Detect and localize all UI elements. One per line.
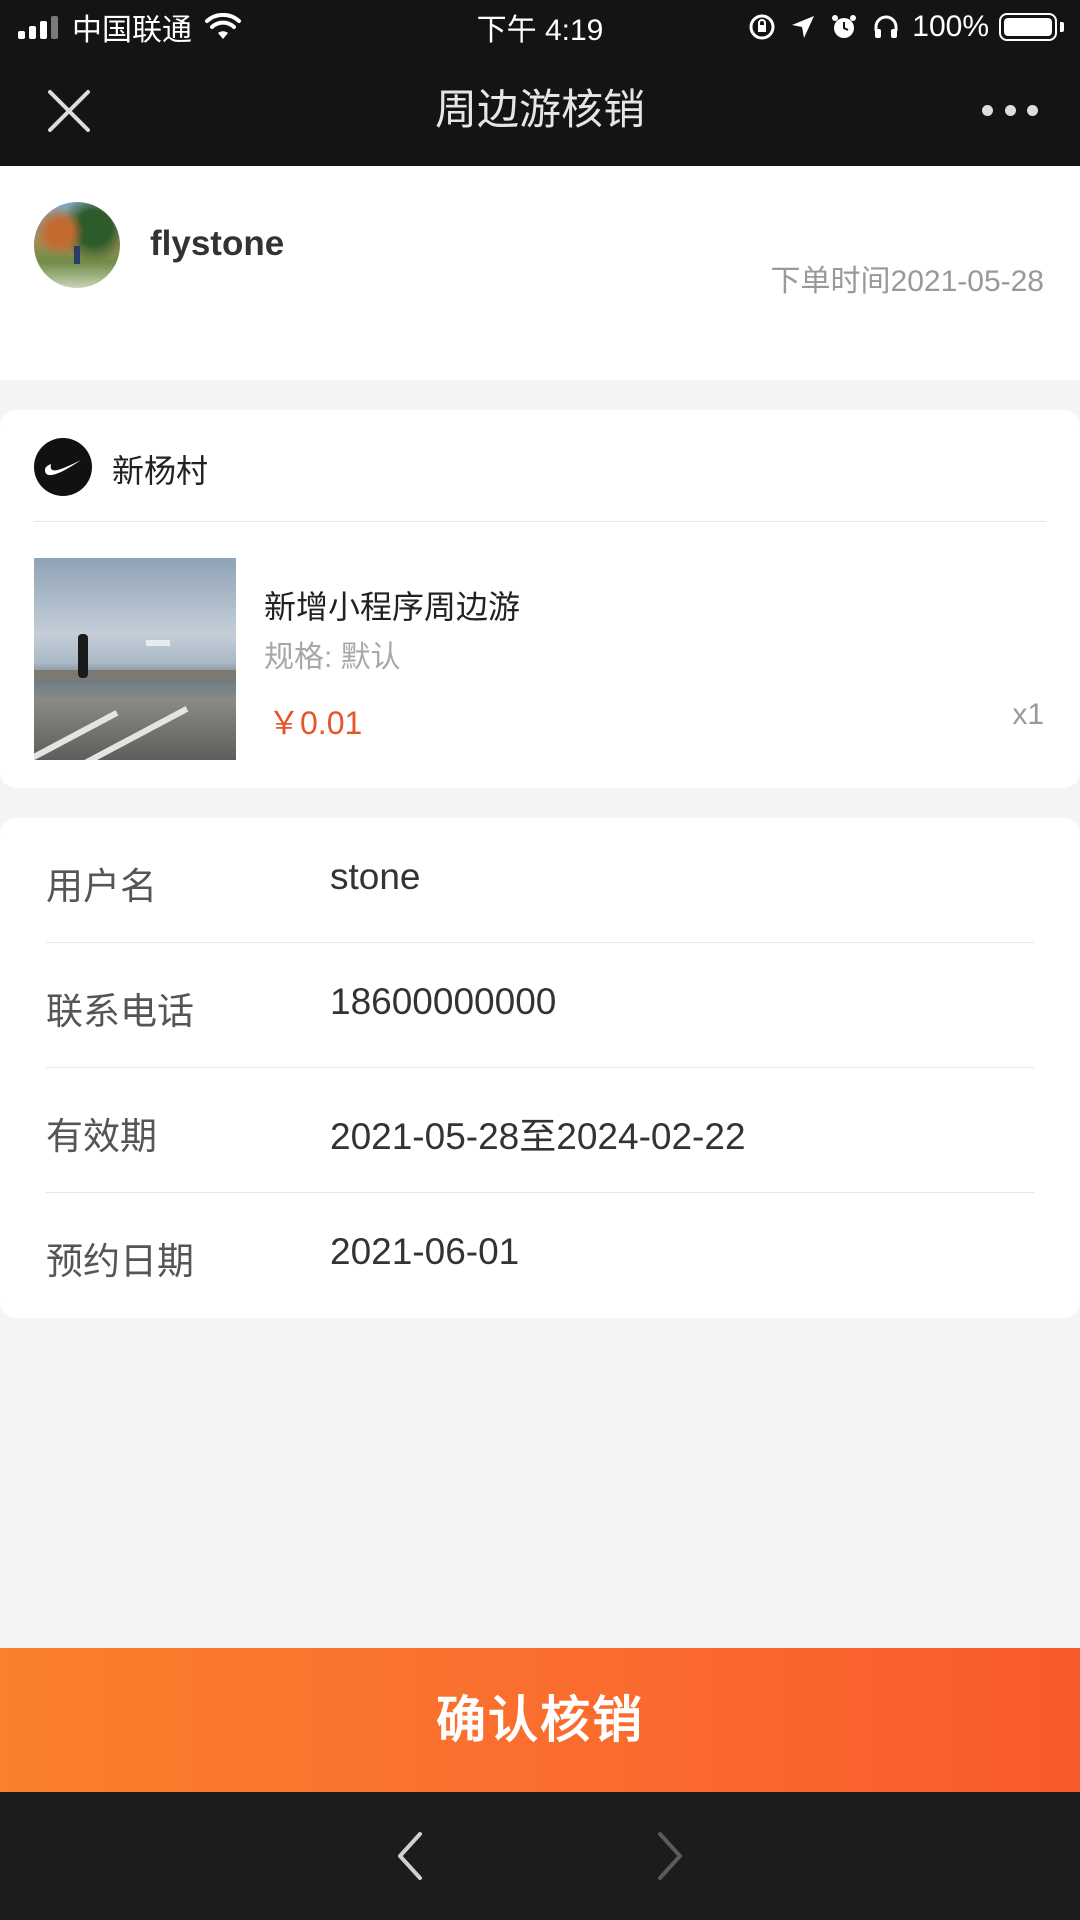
info-value: 18600000000 <box>330 981 557 1022</box>
info-row-booking-date: 预约日期 2021-06-01 <box>46 1193 1034 1318</box>
headphones-icon <box>874 15 898 38</box>
info-value: stone <box>330 856 421 897</box>
info-row-validity: 有效期 2021-05-28至2024-02-22 <box>46 1068 1034 1193</box>
product-image <box>34 558 236 760</box>
page-title: 周边游核销 <box>434 86 645 133</box>
product-name: 新增小程序周边游 <box>264 589 521 625</box>
info-label: 用户名 <box>46 866 157 907</box>
signal-icon <box>18 15 58 39</box>
more-dots-icon[interactable] <box>982 98 1038 122</box>
info-row-username: 用户名 stone <box>46 818 1034 943</box>
confirm-writeoff-button[interactable]: 确认核销 <box>0 1648 1080 1792</box>
status-left: 中国联通 <box>18 5 242 49</box>
info-label: 联系电话 <box>46 991 194 1032</box>
product-quantity: x1 <box>1012 698 1044 731</box>
order-time: 下单时间2021-05-28 <box>770 265 1044 298</box>
nav-bar: 周边游核销 <box>0 54 1080 166</box>
status-bar: 中国联通 下午 4:19 100% <box>0 0 1080 54</box>
rotation-lock-icon <box>749 14 775 40</box>
info-label: 有效期 <box>46 1116 157 1157</box>
info-card: 用户名 stone 联系电话 18600000000 有效期 2021-05-2… <box>0 818 1080 1318</box>
user-header: flystone 下单时间2021-05-28 <box>0 166 1080 380</box>
wifi-icon <box>205 13 241 39</box>
status-right: 100% <box>748 10 1064 44</box>
info-label: 预约日期 <box>46 1241 194 1282</box>
back-arrow-icon[interactable] <box>390 1828 430 1884</box>
bottom-toolbar <box>0 1792 1080 1920</box>
swoosh-logo-icon <box>34 438 92 496</box>
product-spec: 规格: 默认 <box>264 641 401 674</box>
shop-row: 新杨村 <box>34 410 1046 522</box>
shop-name: 新杨村 <box>112 453 209 489</box>
info-value: 2021-05-28至2024-02-22 <box>330 1116 746 1157</box>
product-price: ￥0.01 <box>268 705 363 741</box>
battery-icon <box>999 13 1064 41</box>
battery-percent: 100% <box>912 10 989 43</box>
location-icon <box>792 16 815 38</box>
avatar <box>34 202 120 288</box>
forward-arrow-icon[interactable] <box>650 1828 690 1884</box>
info-value: 2021-06-01 <box>330 1231 520 1272</box>
carrier-label: 中国联通 <box>72 14 192 47</box>
alarm-icon <box>832 15 857 38</box>
info-row-phone: 联系电话 18600000000 <box>46 943 1034 1068</box>
username: flystone <box>150 224 285 263</box>
product-card: 新杨村 新增小程序周边游 规格: 默认 ￥0.01 x1 <box>0 410 1080 788</box>
